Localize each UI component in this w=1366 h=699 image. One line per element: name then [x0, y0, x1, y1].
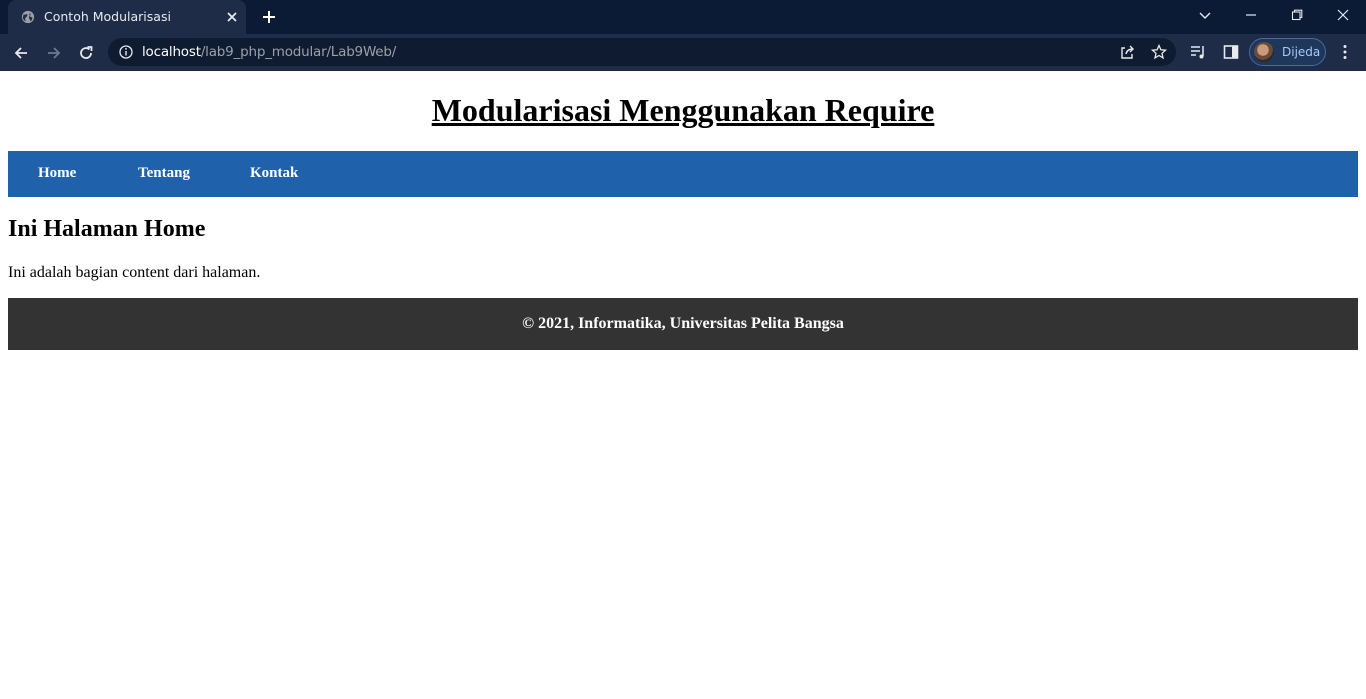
browser-toolbar: localhost/lab9_php_modular/Lab9Web/ Dije…: [0, 34, 1366, 71]
content-text: Ini adalah bagian content dari halaman.: [8, 264, 261, 281]
nav-bar: Home Tentang Kontak: [8, 151, 1358, 197]
page-viewport: Modularisasi Menggunakan Require Home Te…: [0, 71, 1366, 699]
profile-name: Dijeda: [1282, 45, 1321, 59]
globe-icon: [21, 10, 35, 24]
address-bar[interactable]: localhost/lab9_php_modular/Lab9Web/: [108, 38, 1176, 66]
media-playlist-icon[interactable]: [1190, 44, 1206, 60]
browser-tabstrip: Contoh Modularisasi: [0, 0, 1366, 34]
back-button[interactable]: [8, 40, 34, 66]
tab-title: Contoh Modularisasi: [44, 9, 171, 24]
minimize-icon: [1246, 14, 1256, 16]
arrow-left-icon: [14, 47, 27, 59]
content-heading: Ini Halaman Home: [8, 216, 206, 242]
share-icon[interactable]: [1119, 44, 1135, 60]
window-close-button[interactable]: [1320, 0, 1366, 30]
profile-button[interactable]: Dijeda: [1249, 38, 1326, 66]
url-text[interactable]: localhost/lab9_php_modular/Lab9Web/: [142, 44, 396, 60]
info-icon[interactable]: [119, 45, 133, 59]
reload-icon: [80, 46, 93, 59]
new-tab-icon[interactable]: [260, 8, 278, 26]
restore-button[interactable]: [1274, 0, 1320, 30]
avatar: [1254, 42, 1274, 62]
footer-text: © 2021, Informatika, Universitas Pelita …: [522, 315, 844, 332]
url-path: /lab9_php_modular/Lab9Web/: [200, 44, 397, 60]
restore-icon: [1291, 9, 1303, 21]
nav-link-kontak[interactable]: Kontak: [250, 165, 298, 182]
arrow-right-icon: [48, 47, 61, 59]
side-panel-icon[interactable]: [1223, 44, 1239, 60]
more-menu-icon[interactable]: [1337, 44, 1353, 60]
chevron-down-icon: [1199, 12, 1211, 19]
tab-search-button[interactable]: [1182, 0, 1228, 30]
url-host: localhost: [142, 44, 201, 60]
close-icon[interactable]: [225, 10, 239, 24]
footer: © 2021, Informatika, Universitas Pelita …: [8, 298, 1358, 350]
nav-link-tentang[interactable]: Tentang: [138, 165, 190, 182]
star-icon[interactable]: [1151, 44, 1167, 60]
nav-link-home[interactable]: Home: [38, 165, 76, 182]
reload-button[interactable]: [73, 40, 99, 66]
browser-tab[interactable]: Contoh Modularisasi: [8, 0, 246, 34]
page-title: Modularisasi Menggunakan Require: [431, 92, 935, 128]
forward-button[interactable]: [41, 40, 67, 66]
minimize-button[interactable]: [1228, 0, 1274, 30]
close-icon: [1337, 9, 1349, 21]
